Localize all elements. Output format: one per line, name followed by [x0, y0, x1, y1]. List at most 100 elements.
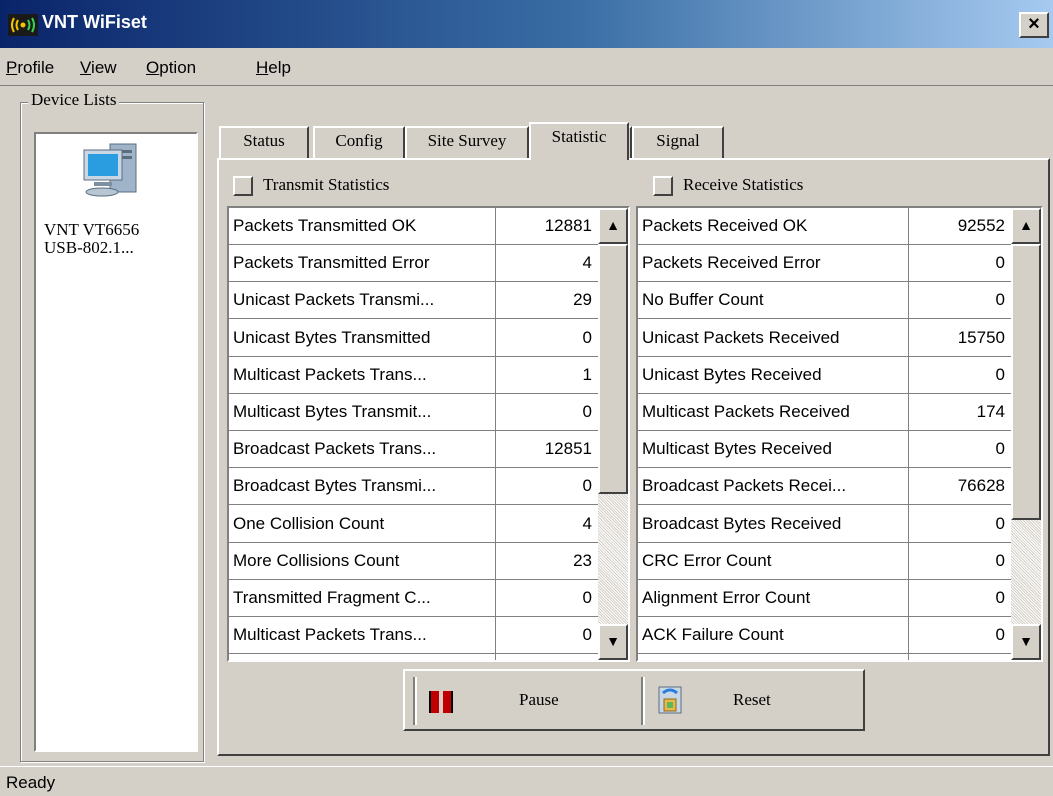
stat-name: Alignment Error Count: [642, 588, 811, 607]
device-name[interactable]: VNT VT6656: [44, 220, 139, 240]
app-logo-icon: [8, 14, 38, 36]
menu-bar: Profile View Option Help: [0, 48, 1053, 86]
stat-value: 0: [995, 290, 1005, 310]
stat-value: 0: [995, 439, 1005, 459]
stat-name: More Collisions Count: [233, 550, 400, 570]
scroll-thumb[interactable]: [1011, 244, 1041, 520]
stat-name: Packets Transmitted Error: [233, 253, 430, 273]
table-row[interactable]: Multicast Packets Received 174: [638, 394, 1011, 431]
stat-value: 0: [582, 625, 592, 645]
status-text: Ready: [6, 773, 56, 792]
table-row[interactable]: Packets Transmitted Error 4: [229, 245, 598, 283]
stat-value: 0: [582, 476, 592, 496]
table-row[interactable]: Broadcast Packets Trans... 12851: [229, 431, 598, 469]
transmit-checkbox[interactable]: [233, 176, 253, 197]
tab-statistic-active[interactable]: Statistic: [529, 122, 629, 160]
transmit-statistics-toggle[interactable]: Transmit Statistics: [233, 175, 389, 197]
tab-status[interactable]: Status: [219, 126, 309, 158]
table-row[interactable]: Broadcast Packets Recei... 76628: [638, 468, 1011, 506]
stat-name: Broadcast Bytes Received: [642, 513, 842, 533]
receive-scrollbar[interactable]: ▲ ▼: [1011, 208, 1041, 660]
table-row[interactable]: Multicast Bytes Received 0: [638, 431, 1011, 469]
stat-value: 4: [582, 253, 592, 273]
stat-value: 0: [582, 588, 592, 607]
table-row[interactable]: Multicast Bytes Transmit... 0: [229, 394, 598, 431]
table-row[interactable]: CRC Error Count 0: [638, 543, 1011, 580]
device-name-line2[interactable]: USB-802.1...: [44, 238, 134, 258]
receive-statistics-list[interactable]: ACK Failure Count 0 Alignment Error Count 0…: [636, 206, 1043, 662]
stat-value: 174: [976, 402, 1005, 421]
table-row[interactable]: Alignment Error Count 0: [638, 580, 1011, 617]
stat-name: Transmitted Fragment C...: [233, 588, 431, 607]
table-row[interactable]: Multicast Packets Trans... 1: [229, 357, 598, 394]
tab-signal[interactable]: Signal: [632, 126, 724, 158]
stat-name: Broadcast Packets Trans...: [233, 439, 437, 459]
table-row[interactable]: No Buffer Count 0: [638, 282, 1011, 320]
arrow-down-icon: ▼: [1019, 633, 1033, 649]
scroll-down-button[interactable]: ▼: [1011, 624, 1041, 660]
scroll-down-button[interactable]: ▼: [598, 624, 628, 660]
table-row[interactable]: More Collisions Count 23: [229, 543, 598, 580]
stat-name: Multicast Bytes Transmit...: [233, 402, 432, 421]
reset-icon: [658, 686, 682, 714]
close-icon: ×: [1028, 13, 1040, 35]
stat-name: CRC Error Count: [642, 550, 772, 570]
column-separator: [495, 208, 496, 660]
table-row[interactable]: Broadcast Bytes Transmi... 0: [229, 468, 598, 506]
scroll-up-button[interactable]: ▲: [598, 208, 628, 244]
arrow-down-icon: ▼: [606, 633, 620, 649]
table-row[interactable]: Packets Received Error 0: [638, 245, 1011, 283]
stat-name: Unicast Packets Received: [642, 327, 840, 347]
table-row[interactable]: Multicast Packets Trans... 0: [229, 617, 598, 655]
menu-help[interactable]: Help: [256, 58, 291, 78]
table-row[interactable]: Unicast Packets Received 15750: [638, 320, 1011, 357]
transmit-scrollbar[interactable]: ▲ ▼: [598, 208, 628, 660]
pause-button[interactable]: Pause: [429, 679, 639, 723]
stat-value: 92552: [957, 216, 1005, 235]
stat-name: ACK Failure Count: [642, 625, 784, 645]
tab-site-survey[interactable]: Site Survey: [405, 126, 529, 158]
column-separator: [908, 208, 909, 660]
table-row[interactable]: Packets Transmitted OK 12881: [229, 208, 598, 245]
button-separator: [641, 677, 645, 725]
receive-statistics-toggle[interactable]: Receive Statistics: [653, 175, 803, 197]
table-row[interactable]: Transmitted Fragment C... 0: [229, 580, 598, 617]
stat-name: Multicast Packets Received: [642, 402, 850, 421]
stat-value: 12851: [544, 439, 592, 459]
reset-button[interactable]: Reset: [655, 679, 855, 723]
stat-value: 0: [995, 550, 1005, 570]
close-button[interactable]: ×: [1019, 12, 1049, 38]
stat-name: Broadcast Bytes Transmi...: [233, 476, 437, 496]
stat-name: Packets Transmitted OK: [233, 216, 417, 235]
scroll-up-button[interactable]: ▲: [1011, 208, 1041, 244]
device-list[interactable]: VNT VT6656 USB-802.1...: [34, 132, 198, 752]
menu-profile[interactable]: Profile: [6, 58, 54, 78]
action-button-bar: Pause Reset: [403, 669, 865, 731]
stat-value: 12881: [544, 216, 592, 235]
stat-value: 15750: [957, 327, 1005, 347]
scroll-thumb[interactable]: [598, 244, 628, 494]
table-row[interactable]: Unicast Packets Transmi... 29: [229, 282, 598, 320]
menu-view[interactable]: View: [80, 58, 117, 78]
table-row[interactable]: One Collision Count 4: [229, 506, 598, 543]
table-row[interactable]: Packets Received OK 92552: [638, 208, 1011, 245]
table-row[interactable]: Unicast Bytes Received 0: [638, 357, 1011, 394]
stat-value: 1: [582, 364, 592, 384]
stat-name: One Collision Count: [233, 513, 385, 533]
stat-name: Unicast Bytes Received: [642, 364, 822, 384]
stat-name: Multicast Packets Trans...: [233, 364, 427, 384]
table-row[interactable]: Broadcast Bytes Received 0: [638, 506, 1011, 543]
stat-value: 23: [573, 550, 592, 570]
stat-value: 29: [573, 290, 592, 310]
stat-name: Broadcast Packets Recei...: [642, 476, 847, 496]
table-row[interactable]: Unicast Bytes Transmitted 0: [229, 320, 598, 357]
stat-name: No Buffer Count: [642, 290, 764, 310]
transmit-statistics-list[interactable]: Multicast Packets Trans... 0 Transmitted F…: [227, 206, 630, 662]
tab-config[interactable]: Config: [313, 126, 405, 158]
table-row[interactable]: ACK Failure Count 0: [638, 617, 1011, 655]
stat-value: 4: [582, 513, 592, 533]
menu-option[interactable]: Option: [146, 58, 196, 78]
stat-value: 0: [995, 513, 1005, 533]
receive-checkbox[interactable]: [653, 176, 673, 197]
computer-icon: [83, 143, 137, 197]
